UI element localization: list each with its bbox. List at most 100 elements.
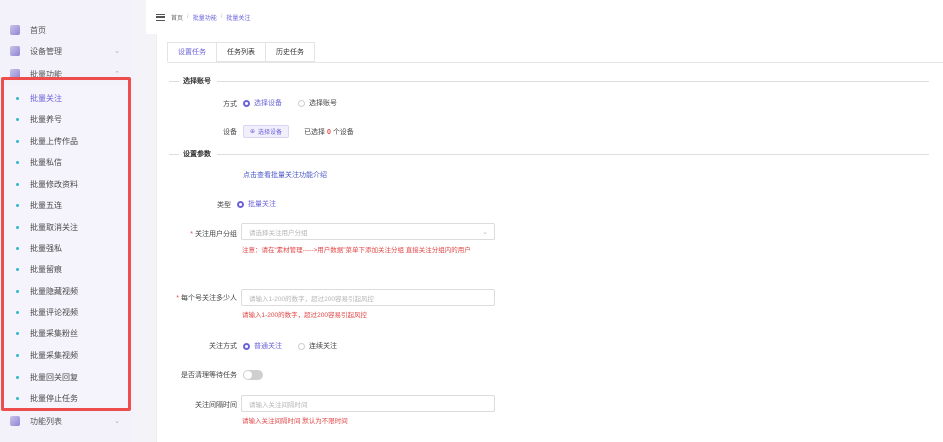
sidebar-item-label: 设备管理 [30, 46, 62, 56]
sidebar-subitem-batch-force-message[interactable]: 批量强私 [16, 238, 62, 259]
sidebar-subitem-batch-follow[interactable]: 批量关注 [16, 88, 62, 109]
bullet-dot-icon [16, 290, 19, 293]
tab-bar: 设置任务 任务列表 历史任务 [167, 42, 315, 62]
sidebar-subitem-label: 批量养号 [30, 115, 62, 124]
input-placeholder: 请输入1-200的数字，超过200容易引起风控 [249, 295, 374, 303]
sidebar-subitem-batch-collect-video[interactable]: 批量采集视频 [16, 345, 78, 366]
radio-label: 选择账号 [309, 100, 337, 107]
radio-label: 普通关注 [254, 343, 282, 350]
device-label: 设备 [223, 129, 237, 136]
plus-circle-icon: ⊕ [250, 129, 256, 135]
sidebar-subitem-label: 批量上传作品 [30, 137, 78, 146]
radio-select-account[interactable]: 选择账号 [298, 98, 337, 108]
button-label: 选择设备 [258, 130, 283, 136]
sidebar-subitem-label: 批量修改资料 [30, 180, 78, 189]
clear-wait-toggle[interactable] [243, 370, 263, 380]
mode-label: 方式 [223, 101, 237, 108]
sidebar-subitem-batch-message[interactable]: 批量私信 [16, 152, 62, 173]
menu-toggle-icon[interactable] [156, 13, 165, 21]
sidebar-subitem-label: 批量采集粉丝 [30, 329, 78, 338]
breadcrumb-separator: / [220, 14, 223, 20]
required-asterisk: * [190, 231, 193, 238]
sidebar-subitem-batch-edit-profile[interactable]: 批量修改资料 [16, 174, 78, 195]
sidebar-item-label: 首页 [30, 25, 46, 35]
select-device-button[interactable]: ⊕ 选择设备 [243, 125, 290, 138]
follow-count-input[interactable]: 请输入1-200的数字，超过200容易引起风控 [241, 289, 495, 306]
sidebar-subitem-label: 批量回关回复 [30, 373, 78, 382]
selected-device-count: 已选择 0 个设备 [304, 127, 354, 137]
radio-label: 连续关注 [309, 343, 337, 350]
sidebar-item-batch-functions[interactable]: 批量功能 ⌃ [10, 65, 128, 83]
sidebar-subitem-label: 批量评论视频 [30, 308, 78, 317]
sidebar-subitem-label: 批量强私 [30, 244, 62, 253]
selected-suffix: 个设备 [332, 129, 354, 136]
interval-hint: 请输入关注间隔时间 默认为不限时间 [242, 418, 348, 425]
tab-task-list[interactable]: 任务列表 [216, 42, 265, 62]
radio-label: 选择设备 [254, 100, 282, 107]
radio-type-batch-follow[interactable]: 批量关注 [237, 199, 276, 209]
sidebar-subitem-batch-five[interactable]: 批量五连 [16, 195, 62, 216]
sidebar-subitem-batch-nurture[interactable]: 批量养号 [16, 109, 62, 130]
selected-prefix: 已选择 [304, 129, 325, 136]
chevron-down-icon: ⌄ [114, 418, 120, 425]
radio-circle [243, 342, 250, 350]
chevron-up-icon: ⌃ [114, 71, 120, 78]
sidebar-subitem-batch-unfollow[interactable]: 批量取消关注 [16, 217, 78, 238]
device-icon [10, 46, 20, 56]
tab-set-task[interactable]: 设置任务 [167, 42, 216, 62]
breadcrumb-batch[interactable]: 批量功能 [193, 13, 217, 22]
breadcrumb-current: 批量关注 [226, 15, 251, 22]
bullet-dot-icon [16, 354, 19, 357]
home-icon [10, 25, 20, 35]
radio-circle [243, 99, 250, 107]
sidebar-subitem-batch-comment[interactable]: 批量评论视频 [16, 302, 78, 323]
radio-circle [237, 200, 244, 208]
chevron-down-icon: ⌄ [482, 229, 488, 236]
interval-label: 关注间隔时间 [195, 402, 237, 409]
sidebar-subitem-batch-trace[interactable]: 批量留痕 [16, 259, 62, 280]
function-list-icon [10, 416, 20, 426]
bullet-dot-icon [16, 268, 19, 271]
follow-group-select[interactable]: 请选择关注用户分组 ⌄ [241, 223, 495, 240]
select-placeholder: 请选择关注用户分组 [249, 229, 308, 237]
radio-label: 批量关注 [248, 201, 276, 208]
breadcrumb-home[interactable]: 首页 [171, 13, 183, 22]
sidebar-item-function-list[interactable]: 功能列表 ⌄ [10, 412, 128, 430]
main-panel: 设置任务 任务列表 历史任务 选择账号 方式 选择设备 选择账号 设备 ⊕ 选择… [156, 34, 943, 442]
sidebar-subitem-label: 批量停止任务 [30, 394, 78, 403]
count-hint: 请输入1-200的数字，超过200容易引起风控 [242, 312, 367, 319]
sidebar-subitem-batch-hide-video[interactable]: 批量隐藏视频 [16, 281, 78, 302]
radio-circle [298, 99, 305, 107]
radio-continuous-follow[interactable]: 连续关注 [298, 341, 337, 351]
label-text: 关注用户分组 [195, 231, 237, 238]
clear-wait-label: 是否清理等待任务 [181, 372, 237, 379]
type-label: 类型 [217, 202, 231, 209]
breadcrumb-bar: 首页 / 批量功能 / 批量关注 [146, 0, 943, 34]
sidebar-item-label: 批量功能 [30, 69, 62, 79]
sidebar-subitem-label: 批量取消关注 [30, 223, 78, 232]
label-text: 每个号关注多少人 [181, 295, 237, 302]
bullet-dot-icon [16, 140, 19, 143]
interval-input[interactable]: 请输入关注间隔时间 [241, 395, 495, 412]
sidebar-subitem-batch-reply[interactable]: 批量回关回复 [16, 367, 78, 388]
sidebar-item-label: 功能列表 [30, 416, 62, 426]
breadcrumb-separator: / [187, 14, 189, 20]
feature-intro-link[interactable]: 点击查看批量关注功能介绍 [243, 170, 327, 180]
tab-history[interactable]: 历史任务 [265, 42, 315, 62]
sidebar-subitem-label: 批量留痕 [30, 265, 62, 274]
sidebar-subitem-batch-collect-fans[interactable]: 批量采集粉丝 [16, 323, 78, 344]
bullet-dot-icon [16, 376, 19, 379]
group-hint: 注意：请在“素材管理----->用户数据”菜单下添加关注分组 直接关注分组内的用… [242, 247, 471, 254]
sidebar: 首页 设备管理 ⌄ 批量功能 ⌃ 批量关注 批量养号 批量上传作品 批量私信 批… [0, 0, 134, 442]
sidebar-item-device-management[interactable]: 设备管理 ⌄ [10, 42, 128, 60]
bullet-dot-icon [16, 311, 19, 314]
count-label: * 每个号关注多少人 [167, 293, 237, 303]
radio-normal-follow[interactable]: 普通关注 [243, 341, 282, 351]
sidebar-subitem-batch-stop[interactable]: 批量停止任务 [16, 388, 78, 409]
radio-select-device[interactable]: 选择设备 [243, 98, 282, 108]
sidebar-item-home[interactable]: 首页 [10, 21, 128, 39]
selected-count: 0 [326, 129, 331, 136]
bullet-dot-icon [16, 204, 19, 207]
sidebar-subitem-label: 批量隐藏视频 [30, 287, 78, 296]
sidebar-subitem-batch-upload[interactable]: 批量上传作品 [16, 131, 78, 152]
